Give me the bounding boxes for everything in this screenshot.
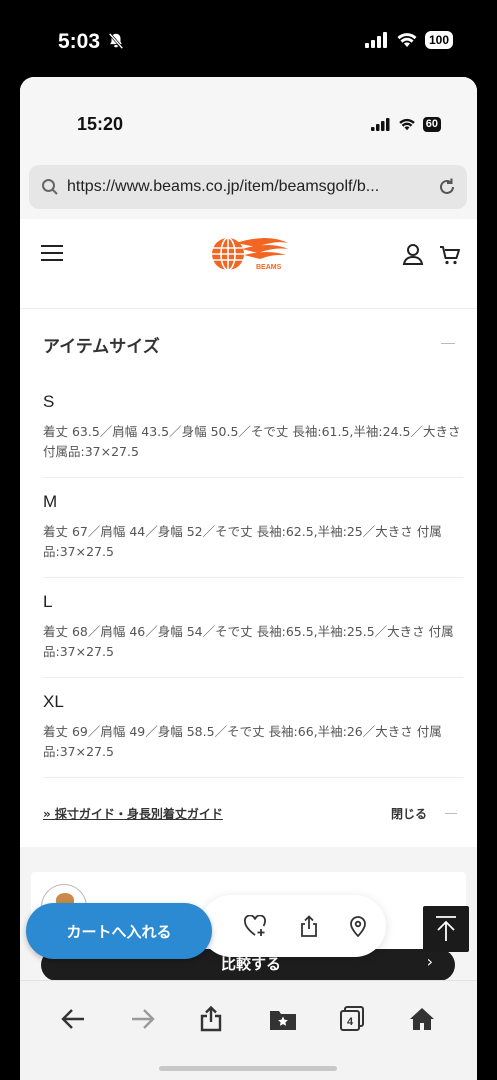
bookmark-folder-icon (270, 1011, 296, 1030)
bell-muted-icon (108, 32, 124, 50)
size-row-m: M 着丈 67／肩幅 44／身幅 52／そで丈 長袖:62.5,半袖:25／大き… (43, 492, 463, 562)
close-button[interactable]: 閉じる (391, 805, 427, 822)
inner-status-bar: 15:20 60 (20, 77, 477, 157)
size-name: L (43, 592, 53, 611)
section-title: アイテムサイズ (43, 337, 160, 357)
scroll-to-top-button[interactable] (423, 906, 469, 952)
search-icon (42, 179, 58, 195)
menu-icon[interactable] (41, 245, 63, 263)
url-text: https://www.beams.co.jp/item/beamsgolf/b… (67, 178, 380, 195)
size-name: XL (43, 692, 64, 711)
cart-icon[interactable] (439, 244, 461, 266)
share-button[interactable] (195, 1003, 227, 1035)
arrow-to-top-icon (436, 916, 456, 941)
action-pill (200, 895, 386, 957)
tabs-button[interactable]: 4 (336, 1003, 368, 1035)
size-detail: 着丈 63.5／肩幅 43.5／身幅 50.5／そで丈 長袖:61.5,半袖:2… (43, 424, 461, 459)
user-icon[interactable] (402, 243, 424, 265)
share-icon[interactable] (298, 915, 320, 937)
size-detail: 着丈 67／肩幅 44／身幅 52／そで丈 長袖:62.5,半袖:25／大きさ … (43, 524, 442, 559)
heart-add-icon[interactable] (244, 915, 268, 937)
tabs-icon: 4 (340, 1006, 364, 1031)
home-icon (410, 1008, 434, 1030)
item-size-header[interactable]: アイテムサイズ (43, 332, 455, 357)
size-row-xl: XL 着丈 69／肩幅 49／身幅 58.5／そで丈 長袖:66,半袖:26／大… (43, 692, 463, 762)
share-icon (200, 1006, 222, 1032)
beams-logo[interactable]: BEAMS (206, 235, 292, 275)
browser-toolbar: 4 (20, 980, 477, 1080)
battery-indicator: 60 (422, 117, 441, 132)
close-dash-icon (445, 813, 457, 814)
arrow-right-icon (132, 1009, 155, 1029)
logo-text: BEAMS (256, 264, 282, 271)
outer-status-bar: 5:03 100 (0, 0, 497, 80)
forward-button[interactable] (127, 1003, 159, 1035)
reload-icon[interactable] (437, 177, 457, 197)
location-pin-icon[interactable] (348, 915, 368, 937)
battery-indicator: 100 (424, 31, 453, 49)
divider (43, 577, 463, 578)
inner-status-time: 15:20 (77, 114, 124, 134)
tabs-count: 4 (347, 1016, 354, 1028)
size-row-s: S 着丈 63.5／肩幅 43.5／身幅 50.5／そで丈 長袖:61.5,半袖… (43, 392, 463, 462)
divider (43, 777, 463, 778)
size-detail: 着丈 69／肩幅 49／身幅 58.5／そで丈 長袖:66,半袖:26／大きさ … (43, 724, 442, 759)
add-to-cart-button[interactable]: カートへ入れる (26, 903, 212, 959)
collapse-icon[interactable] (441, 343, 455, 344)
divider (43, 677, 463, 678)
wifi-icon (399, 118, 415, 131)
size-detail: 着丈 68／肩幅 46／身幅 54／そで丈 長袖:65.5,半袖:25.5／大き… (43, 624, 454, 659)
size-guide-link[interactable]: » 採寸ガイド・身長別着丈ガイド (43, 807, 223, 821)
outer-status-time: 5:03 (58, 30, 101, 53)
back-button[interactable] (57, 1003, 89, 1035)
signal-icon (364, 32, 387, 48)
address-bar[interactable]: https://www.beams.co.jp/item/beamsgolf/b… (29, 165, 467, 209)
size-row-l: L 着丈 68／肩幅 46／身幅 54／そで丈 長袖:65.5,半袖:25.5／… (43, 592, 463, 662)
wifi-icon (397, 33, 417, 47)
home-indicator (159, 1066, 337, 1071)
screenshot-card: 15:20 60 https://www.beams.co.jp/item/be… (20, 77, 477, 1080)
arrow-left-icon (61, 1009, 84, 1029)
signal-icon (370, 118, 390, 131)
bookmarks-button[interactable] (267, 1003, 299, 1035)
size-name: S (43, 392, 55, 411)
divider (43, 477, 463, 478)
home-button[interactable] (406, 1003, 438, 1035)
size-guide-row: » 採寸ガイド・身長別着丈ガイド 閉じる (43, 803, 463, 825)
site-header: BEAMS (20, 219, 477, 309)
chevron-right-icon: › (426, 952, 433, 971)
size-name: M (43, 492, 58, 511)
